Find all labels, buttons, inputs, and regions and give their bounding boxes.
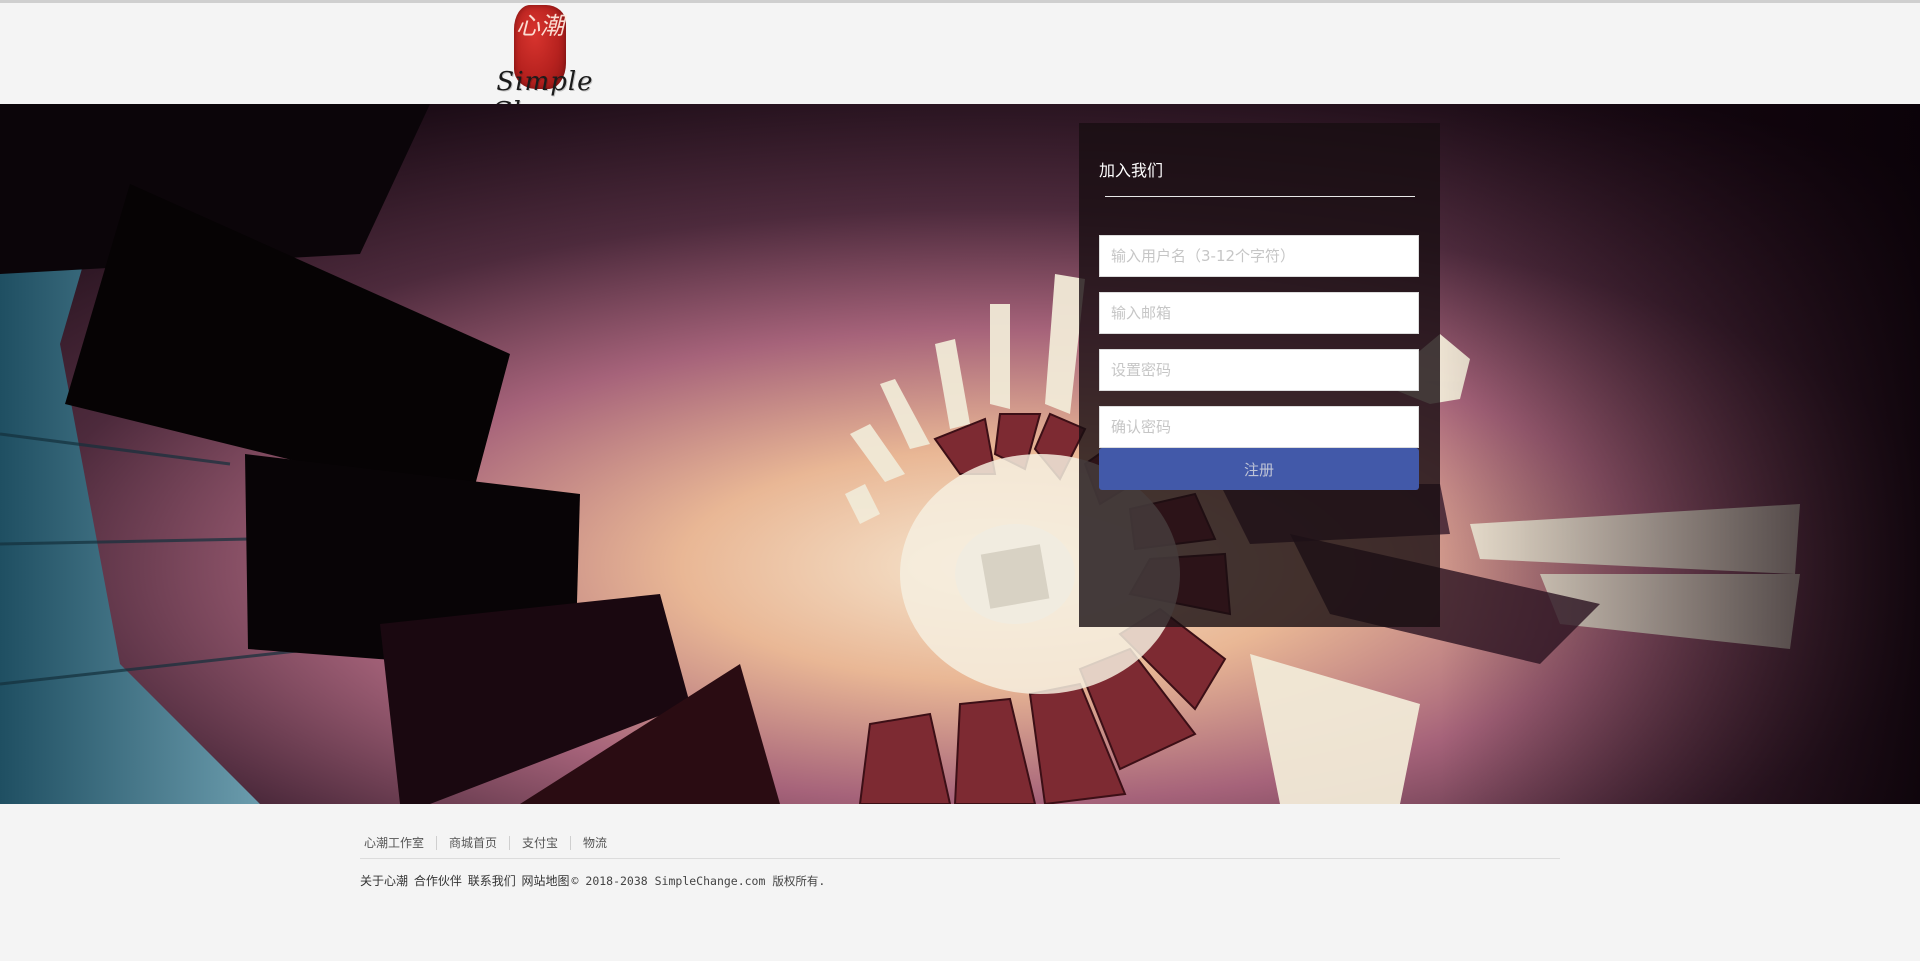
footer-link-logistics[interactable]: 物流: [570, 836, 619, 850]
footer-link-studio[interactable]: 心潮工作室: [360, 836, 436, 850]
password-input[interactable]: [1099, 349, 1419, 391]
footer-link-contact[interactable]: 联系我们: [468, 874, 516, 888]
logo[interactable]: 心潮 Simple Change: [460, 3, 630, 127]
site-header: 心潮 Simple Change: [0, 3, 1920, 127]
signup-title: 加入我们: [1099, 161, 1164, 180]
footer-divider: [360, 858, 1560, 859]
register-button[interactable]: 注册: [1099, 448, 1419, 490]
footer-link-mall-home[interactable]: 商城首页: [436, 836, 509, 850]
hero-banner: 加入我们 注册: [0, 104, 1920, 804]
footer-link-partners[interactable]: 合作伙伴: [414, 874, 462, 888]
footer-link-sitemap[interactable]: 网站地图: [522, 874, 570, 888]
spiral-staircase-image: [0, 104, 1920, 804]
confirm-password-input[interactable]: [1099, 406, 1419, 448]
title-divider: [1105, 196, 1415, 197]
footer-link-about[interactable]: 关于心潮: [360, 874, 408, 888]
username-input[interactable]: [1099, 235, 1419, 277]
email-input[interactable]: [1099, 292, 1419, 334]
signup-panel: 加入我们 注册: [1079, 123, 1440, 627]
footer-bottom: 关于心潮 合作伙伴 联系我们 网站地图 © 2018-2038 SimpleCha…: [360, 872, 1560, 889]
logo-seal-text: 心潮: [516, 12, 564, 40]
copyright-text: © 2018-2038 SimpleChange.com 版权所有.: [571, 874, 826, 888]
footer-nav: 心潮工作室 商城首页 支付宝 物流: [360, 836, 1560, 856]
footer-link-alipay[interactable]: 支付宝: [509, 836, 570, 850]
